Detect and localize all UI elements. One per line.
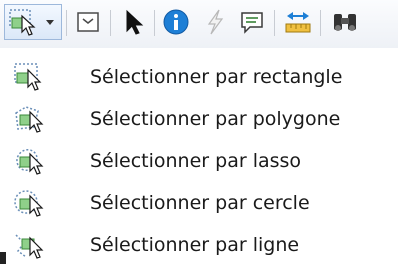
toolbar-separator [320,10,321,36]
menu-item-select-circle[interactable]: Sélectionner par cercle [0,184,398,222]
select-rectangle-icon [14,63,42,91]
toolbar-separator [110,10,111,36]
toolbar-separator [66,10,67,36]
select-lasso-icon [16,148,44,175]
html-popup-button[interactable] [236,6,268,38]
select-tool-menu: Sélectionner par rectangle Sélectionner … [0,48,398,264]
menu-item-label: Sélectionner par ligne [90,234,300,256]
select-tool-dropdown-button[interactable] [4,4,62,40]
arrow-pointer-icon [126,9,144,35]
select-frame-button[interactable] [72,6,104,38]
chevron-down-icon [46,20,54,25]
menu-item-select-lasso[interactable]: Sélectionner par lasso [0,142,398,180]
toolbar-separator [274,10,275,36]
select-circle-icon [14,190,44,217]
menu-item-select-polygon[interactable]: Sélectionner par polygone [0,100,398,138]
menu-item-select-rectangle[interactable]: Sélectionner par rectangle [0,58,398,96]
measure-button[interactable] [282,6,314,38]
toolbar [0,0,398,49]
select-line-icon [15,234,44,259]
select-rectangle-icon [9,9,54,36]
identify-button[interactable] [160,6,192,38]
frame-icon [77,12,99,32]
menu-item-label: Sélectionner par polygone [90,108,341,130]
pointer-button[interactable] [118,6,148,38]
find-button[interactable] [328,6,362,38]
select-polygon-icon [15,106,44,133]
toolbar-separator [154,10,155,36]
hyperlink-button[interactable] [200,6,230,38]
menu-item-label: Sélectionner par rectangle [90,66,343,88]
menu-item-label: Sélectionner par cercle [90,192,310,214]
menu-item-select-line[interactable]: Sélectionner par ligne [0,226,398,264]
measure-icon [285,12,311,33]
speech-bubble-icon [241,12,263,34]
info-icon [163,9,189,35]
lightning-icon [207,9,224,35]
cursor-fragment [0,252,6,264]
menu-item-label: Sélectionner par lasso [90,150,302,172]
binoculars-icon [334,14,356,31]
